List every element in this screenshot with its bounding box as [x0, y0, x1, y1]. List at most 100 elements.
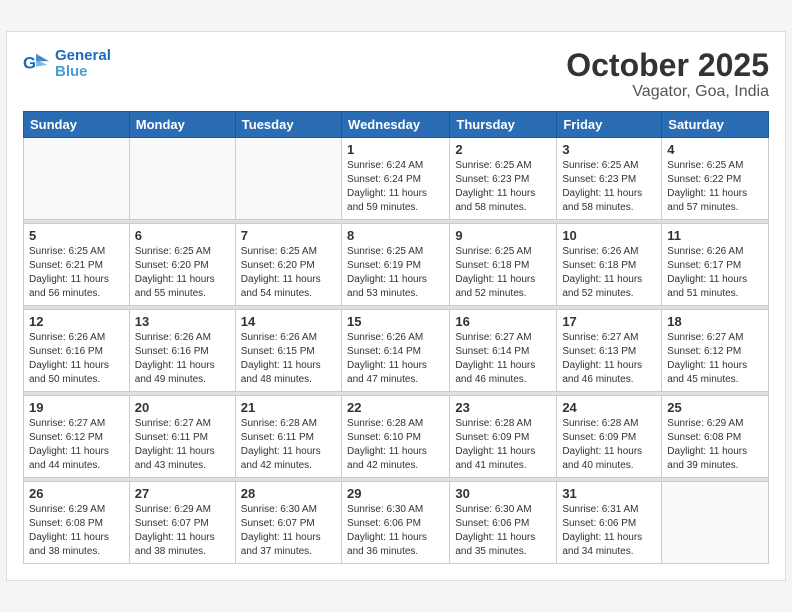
day-number: 16	[455, 314, 551, 329]
day-info: Sunrise: 6:24 AM Sunset: 6:24 PM Dayligh…	[347, 159, 444, 215]
calendar-container: G General Blue October 2025 Vagator, Goa…	[6, 31, 786, 581]
day-info: Sunrise: 6:29 AM Sunset: 6:08 PM Dayligh…	[29, 503, 124, 559]
day-cell: 25 Sunrise: 6:29 AM Sunset: 6:08 PM Dayli…	[662, 396, 769, 478]
day-cell: 24 Sunrise: 6:28 AM Sunset: 6:09 PM Dayli…	[557, 396, 662, 478]
day-number: 24	[562, 400, 656, 415]
day-cell	[662, 482, 769, 564]
day-info: Sunrise: 6:27 AM Sunset: 6:14 PM Dayligh…	[455, 331, 551, 387]
day-cell: 20 Sunrise: 6:27 AM Sunset: 6:11 PM Dayli…	[129, 396, 235, 478]
day-info: Sunrise: 6:28 AM Sunset: 6:09 PM Dayligh…	[455, 417, 551, 473]
day-cell	[235, 138, 341, 220]
day-number: 18	[667, 314, 763, 329]
day-cell: 12 Sunrise: 6:26 AM Sunset: 6:16 PM Dayli…	[24, 310, 130, 392]
day-cell: 10Sunrise: 6:26 AM Sunset: 6:18 PM Dayli…	[557, 224, 662, 306]
day-info: Sunrise: 6:27 AM Sunset: 6:11 PM Dayligh…	[135, 417, 230, 473]
day-info: Sunrise: 6:30 AM Sunset: 6:06 PM Dayligh…	[347, 503, 444, 559]
day-cell: 27 Sunrise: 6:29 AM Sunset: 6:07 PM Dayli…	[129, 482, 235, 564]
day-info: Sunrise: 6:26 AM Sunset: 6:14 PM Dayligh…	[347, 331, 444, 387]
day-info: Sunrise: 6:29 AM Sunset: 6:08 PM Dayligh…	[667, 417, 763, 473]
day-number: 21	[241, 400, 336, 415]
week-row-4: 19Sunrise: 6:27 AM Sunset: 6:12 PM Dayli…	[24, 396, 769, 478]
day-cell: 11Sunrise: 6:26 AM Sunset: 6:17 PM Dayli…	[662, 224, 769, 306]
logo-icon: G	[23, 50, 51, 78]
day-info: Sunrise: 6:26 AM Sunset: 6:16 PM Dayligh…	[29, 331, 124, 387]
day-info: Sunrise: 6:28 AM Sunset: 6:09 PM Dayligh…	[562, 417, 656, 473]
day-number: 14	[241, 314, 336, 329]
day-number: 27	[135, 486, 230, 501]
svg-text:G: G	[23, 54, 36, 73]
day-cell: 13Sunrise: 6:26 AM Sunset: 6:16 PM Dayli…	[129, 310, 235, 392]
day-info: Sunrise: 6:28 AM Sunset: 6:10 PM Dayligh…	[347, 417, 444, 473]
day-info: Sunrise: 6:25 AM Sunset: 6:20 PM Dayligh…	[241, 245, 336, 301]
day-info: Sunrise: 6:26 AM Sunset: 6:18 PM Dayligh…	[562, 245, 656, 301]
day-number: 22	[347, 400, 444, 415]
day-number: 25	[667, 400, 763, 415]
week-row-1: 1 Sunrise: 6:24 AM Sunset: 6:24 PM Daylig…	[24, 138, 769, 220]
day-cell: 8Sunrise: 6:25 AM Sunset: 6:19 PM Daylig…	[342, 224, 450, 306]
week-row-5: 26 Sunrise: 6:29 AM Sunset: 6:08 PM Dayli…	[24, 482, 769, 564]
day-info: Sunrise: 6:30 AM Sunset: 6:07 PM Dayligh…	[241, 503, 336, 559]
day-cell: 6 Sunrise: 6:25 AM Sunset: 6:20 PM Daylig…	[129, 224, 235, 306]
day-number: 3	[562, 142, 656, 157]
day-cell: 1 Sunrise: 6:24 AM Sunset: 6:24 PM Daylig…	[342, 138, 450, 220]
weekday-tuesday: Tuesday	[235, 112, 341, 138]
day-info: Sunrise: 6:25 AM Sunset: 6:22 PM Dayligh…	[667, 159, 763, 215]
day-number: 26	[29, 486, 124, 501]
day-cell: 26 Sunrise: 6:29 AM Sunset: 6:08 PM Dayli…	[24, 482, 130, 564]
day-cell: 30Sunrise: 6:30 AM Sunset: 6:06 PM Dayli…	[450, 482, 557, 564]
day-number: 15	[347, 314, 444, 329]
weekday-header-row: SundayMondayTuesdayWednesdayThursdayFrid…	[24, 112, 769, 138]
day-cell: 17 Sunrise: 6:27 AM Sunset: 6:13 PM Dayli…	[557, 310, 662, 392]
day-info: Sunrise: 6:27 AM Sunset: 6:13 PM Dayligh…	[562, 331, 656, 387]
day-info: Sunrise: 6:31 AM Sunset: 6:06 PM Dayligh…	[562, 503, 656, 559]
day-cell: 23 Sunrise: 6:28 AM Sunset: 6:09 PM Dayli…	[450, 396, 557, 478]
day-cell: 29 Sunrise: 6:30 AM Sunset: 6:06 PM Dayli…	[342, 482, 450, 564]
month-title: October 2025	[566, 48, 769, 83]
day-cell: 31 Sunrise: 6:31 AM Sunset: 6:06 PM Dayli…	[557, 482, 662, 564]
day-info: Sunrise: 6:25 AM Sunset: 6:18 PM Dayligh…	[455, 245, 551, 301]
day-cell: 2Sunrise: 6:25 AM Sunset: 6:23 PM Daylig…	[450, 138, 557, 220]
day-number: 7	[241, 228, 336, 243]
day-info: Sunrise: 6:29 AM Sunset: 6:07 PM Dayligh…	[135, 503, 230, 559]
day-cell: 15 Sunrise: 6:26 AM Sunset: 6:14 PM Dayli…	[342, 310, 450, 392]
day-info: Sunrise: 6:25 AM Sunset: 6:21 PM Dayligh…	[29, 245, 124, 301]
day-cell: 9 Sunrise: 6:25 AM Sunset: 6:18 PM Daylig…	[450, 224, 557, 306]
weekday-friday: Friday	[557, 112, 662, 138]
day-cell: 22 Sunrise: 6:28 AM Sunset: 6:10 PM Dayli…	[342, 396, 450, 478]
day-number: 1	[347, 142, 444, 157]
day-number: 6	[135, 228, 230, 243]
day-info: Sunrise: 6:26 AM Sunset: 6:16 PM Dayligh…	[135, 331, 230, 387]
logo-text: General Blue	[55, 48, 111, 81]
day-cell: 3 Sunrise: 6:25 AM Sunset: 6:23 PM Daylig…	[557, 138, 662, 220]
header: G General Blue October 2025 Vagator, Goa…	[23, 48, 769, 101]
day-cell: 7 Sunrise: 6:25 AM Sunset: 6:20 PM Daylig…	[235, 224, 341, 306]
day-info: Sunrise: 6:25 AM Sunset: 6:23 PM Dayligh…	[562, 159, 656, 215]
day-number: 12	[29, 314, 124, 329]
day-number: 28	[241, 486, 336, 501]
day-number: 19	[29, 400, 124, 415]
day-cell: 21 Sunrise: 6:28 AM Sunset: 6:11 PM Dayli…	[235, 396, 341, 478]
day-info: Sunrise: 6:25 AM Sunset: 6:20 PM Dayligh…	[135, 245, 230, 301]
day-info: Sunrise: 6:28 AM Sunset: 6:11 PM Dayligh…	[241, 417, 336, 473]
day-number: 4	[667, 142, 763, 157]
day-info: Sunrise: 6:26 AM Sunset: 6:15 PM Dayligh…	[241, 331, 336, 387]
day-cell: 16 Sunrise: 6:27 AM Sunset: 6:14 PM Dayli…	[450, 310, 557, 392]
day-number: 29	[347, 486, 444, 501]
day-number: 11	[667, 228, 763, 243]
logo-line2: Blue	[55, 64, 111, 81]
day-cell	[129, 138, 235, 220]
weekday-saturday: Saturday	[662, 112, 769, 138]
day-number: 9	[455, 228, 551, 243]
day-number: 20	[135, 400, 230, 415]
location: Vagator, Goa, India	[566, 83, 769, 101]
day-cell: 14 Sunrise: 6:26 AM Sunset: 6:15 PM Dayli…	[235, 310, 341, 392]
day-number: 5	[29, 228, 124, 243]
day-number: 17	[562, 314, 656, 329]
weekday-wednesday: Wednesday	[342, 112, 450, 138]
day-cell: 28 Sunrise: 6:30 AM Sunset: 6:07 PM Dayli…	[235, 482, 341, 564]
day-number: 23	[455, 400, 551, 415]
day-number: 31	[562, 486, 656, 501]
title-section: October 2025 Vagator, Goa, India	[566, 48, 769, 101]
week-row-2: 5 Sunrise: 6:25 AM Sunset: 6:21 PM Daylig…	[24, 224, 769, 306]
day-cell: 18Sunrise: 6:27 AM Sunset: 6:12 PM Dayli…	[662, 310, 769, 392]
